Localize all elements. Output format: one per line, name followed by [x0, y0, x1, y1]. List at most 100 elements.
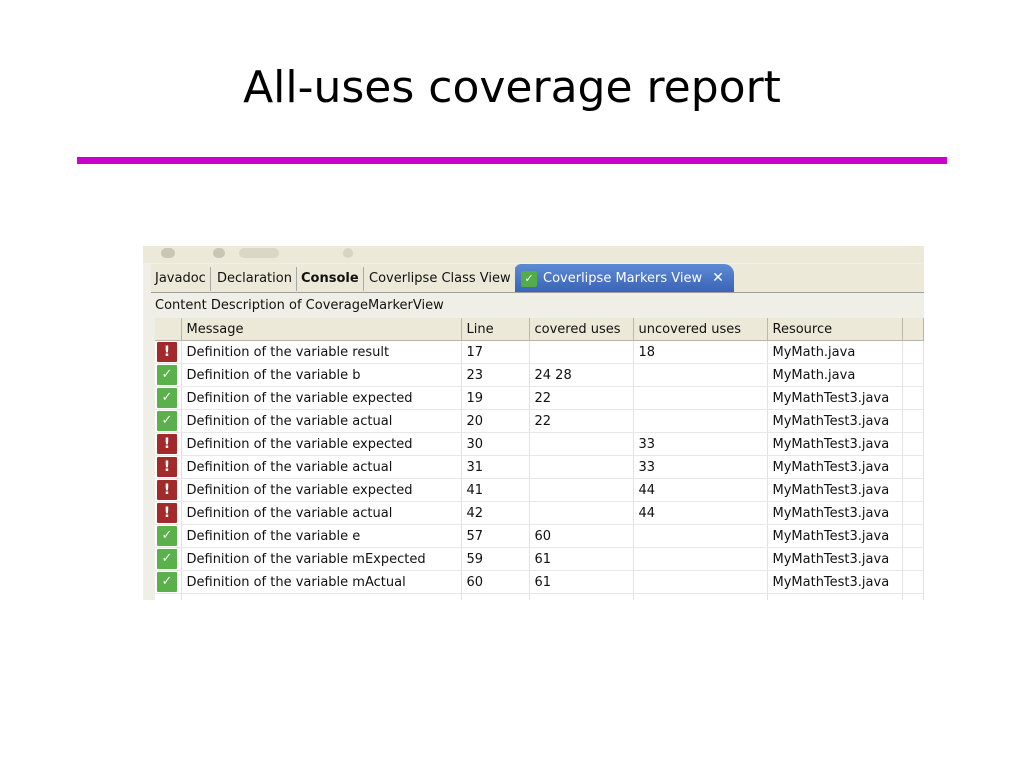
message-cell: Definition of the variable expected: [181, 386, 462, 410]
table-row[interactable]: ! Definition of the variable expected 30 33…: [155, 432, 924, 456]
title-divider: [77, 157, 947, 164]
empty-cell: [181, 593, 462, 600]
resource-cell: MyMathTest3.java: [767, 570, 903, 594]
column-header-resource[interactable]: Resource: [767, 318, 903, 341]
message-cell: Definition of the variable expected: [181, 432, 462, 456]
check-icon: ✓: [157, 549, 177, 569]
table-row[interactable]: ! Definition of the variable actual 42 44 My…: [155, 501, 924, 525]
status-cell: ✓: [155, 570, 182, 594]
covered-uses-cell: [529, 501, 634, 525]
status-cell: ✓: [155, 547, 182, 571]
toolbar-icon[interactable]: [213, 248, 225, 258]
filler-cell: [902, 340, 924, 364]
filler-cell: [902, 547, 924, 571]
check-icon: ✓: [157, 388, 177, 408]
toolbar-icon[interactable]: [343, 248, 353, 258]
tab-coverlipse-class-view[interactable]: Coverlipse Class View: [365, 267, 516, 291]
message-cell: Definition of the variable expected: [181, 478, 462, 502]
check-icon: ✓: [521, 270, 537, 287]
column-header-line[interactable]: Line: [461, 318, 530, 341]
filler-cell: [902, 409, 924, 433]
table-row[interactable]: ✓ Definition of the variable mExpected 59 6…: [155, 547, 924, 571]
eclipse-screenshot: Javadoc Declaration Console Coverlipse C…: [143, 246, 924, 600]
table-row-empty: [155, 593, 924, 600]
tab-coverlipse-markers-view[interactable]: ✓ Coverlipse Markers View ✕: [515, 264, 734, 292]
message-cell: Definition of the variable actual: [181, 501, 462, 525]
table-row[interactable]: ! Definition of the variable actual 31 33 My…: [155, 455, 924, 479]
message-cell: Definition of the variable actual: [181, 455, 462, 479]
tab-label: Declaration: [217, 271, 292, 286]
status-cell: !: [155, 455, 182, 479]
message-cell: Definition of the variable mExpected: [181, 547, 462, 571]
covered-uses-cell: 22: [529, 386, 634, 410]
covered-uses-cell: 60: [529, 524, 634, 548]
table-row[interactable]: ! Definition of the variable result 17 18 My…: [155, 340, 924, 364]
filler-cell: [902, 501, 924, 525]
error-icon: !: [157, 480, 177, 500]
covered-uses-cell: [529, 455, 634, 479]
line-cell: 31: [461, 455, 530, 479]
table-body: ! Definition of the variable result 17 18 My…: [155, 340, 924, 600]
tab-label: Coverlipse Markers View: [543, 271, 703, 286]
resource-cell: MyMathTest3.java: [767, 478, 903, 502]
table-row[interactable]: ✓ Definition of the variable actual 20 22 My…: [155, 409, 924, 433]
resource-cell: MyMathTest3.java: [767, 501, 903, 525]
filler-cell: [902, 363, 924, 387]
line-cell: 23: [461, 363, 530, 387]
toolbar-icon[interactable]: [239, 248, 279, 258]
column-header-status[interactable]: [155, 318, 182, 341]
resource-cell: MyMathTest3.java: [767, 386, 903, 410]
resource-cell: MyMathTest3.java: [767, 524, 903, 548]
table-row[interactable]: ✓ Definition of the variable e 57 60 MyMathT…: [155, 524, 924, 548]
filler-cell: [902, 478, 924, 502]
column-header-uncovered-uses[interactable]: uncovered uses: [633, 318, 768, 341]
tab-javadoc[interactable]: Javadoc: [151, 267, 211, 291]
tab-declaration[interactable]: Declaration: [213, 267, 297, 291]
tab-label: Console: [301, 271, 359, 286]
check-icon: ✓: [157, 572, 177, 592]
status-cell: !: [155, 478, 182, 502]
status-cell: ✓: [155, 524, 182, 548]
table-header-row: Message Line covered uses uncovered uses…: [155, 318, 924, 341]
tab-label: Javadoc: [155, 271, 206, 286]
filler-cell: [902, 386, 924, 410]
toolbar-icon[interactable]: [161, 248, 175, 258]
empty-cell: [155, 593, 182, 600]
covered-uses-cell: 24 28: [529, 363, 634, 387]
table-row[interactable]: ✓ Definition of the variable expected 19 22…: [155, 386, 924, 410]
table-row[interactable]: ✓ Definition of the variable mActual 60 61 M…: [155, 570, 924, 594]
covered-uses-cell: 22: [529, 409, 634, 433]
table-row[interactable]: ! Definition of the variable expected 41 44…: [155, 478, 924, 502]
message-cell: Definition of the variable result: [181, 340, 462, 364]
check-icon: ✓: [157, 411, 177, 431]
message-cell: Definition of the variable b: [181, 363, 462, 387]
uncovered-uses-cell: [633, 524, 768, 548]
column-header-message[interactable]: Message: [181, 318, 462, 341]
toolbar-strip: [143, 246, 924, 263]
uncovered-uses-cell: [633, 386, 768, 410]
table-row[interactable]: ✓ Definition of the variable b 23 24 28 MyMa…: [155, 363, 924, 387]
column-header-filler: [902, 318, 924, 341]
column-header-covered-uses[interactable]: covered uses: [529, 318, 634, 341]
tab-label: Coverlipse Class View: [369, 271, 511, 286]
status-cell: ✓: [155, 363, 182, 387]
line-cell: 17: [461, 340, 530, 364]
uncovered-uses-cell: [633, 409, 768, 433]
check-icon: ✓: [157, 365, 177, 385]
close-icon[interactable]: ✕: [712, 270, 724, 286]
line-cell: 59: [461, 547, 530, 571]
content-description: Content Description of CoverageMarkerVie…: [155, 298, 444, 313]
uncovered-uses-cell: 44: [633, 501, 768, 525]
line-cell: 20: [461, 409, 530, 433]
line-cell: 41: [461, 478, 530, 502]
line-cell: 57: [461, 524, 530, 548]
resource-cell: MyMathTest3.java: [767, 432, 903, 456]
tab-console[interactable]: Console: [297, 267, 364, 291]
view-tab-bar: Javadoc Declaration Console Coverlipse C…: [151, 264, 924, 293]
covered-uses-cell: [529, 478, 634, 502]
uncovered-uses-cell: 33: [633, 432, 768, 456]
uncovered-uses-cell: [633, 547, 768, 571]
filler-cell: [902, 524, 924, 548]
message-cell: Definition of the variable e: [181, 524, 462, 548]
filler-cell: [902, 455, 924, 479]
